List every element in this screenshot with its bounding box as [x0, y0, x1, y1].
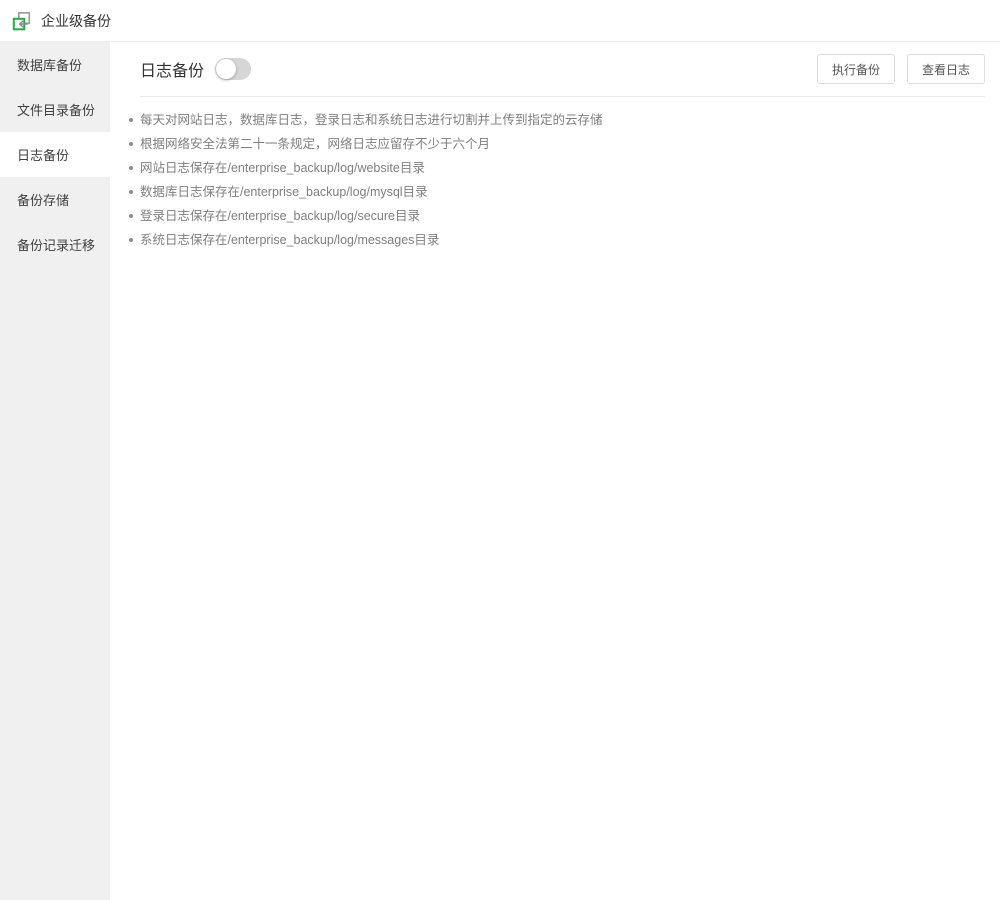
sidebar-item-log-backup[interactable]: 日志备份 — [0, 132, 110, 177]
sidebar-item-backup-record-migration[interactable]: 备份记录迁移 — [0, 222, 110, 267]
app-window: 企业级备份 数据库备份 文件目录备份 日志备份 备份存储 备份记录迁移 日志备份… — [0, 0, 1000, 900]
view-logs-button[interactable]: 查看日志 — [907, 54, 985, 84]
toggle-knob-icon — [216, 59, 236, 79]
note-item: 根据网络安全法第二十一条规定，网络日志应留存不少于六个月 — [128, 132, 985, 156]
note-item: 系统日志保存在/enterprise_backup/log/messages目录 — [128, 228, 985, 252]
main-content: 日志备份 执行备份 查看日志 每天对网站日志，数据库日志，登录日志和系统日志进行… — [110, 42, 1000, 900]
execute-backup-button[interactable]: 执行备份 — [817, 54, 895, 84]
sidebar-item-backup-storage[interactable]: 备份存储 — [0, 177, 110, 222]
sidebar-item-file-directory-backup[interactable]: 文件目录备份 — [0, 87, 110, 132]
sidebar-item-database-backup[interactable]: 数据库备份 — [0, 42, 110, 87]
app-header: 企业级备份 — [0, 0, 1000, 42]
log-backup-toggle[interactable] — [215, 58, 251, 80]
note-item: 数据库日志保存在/enterprise_backup/log/mysql目录 — [128, 180, 985, 204]
note-item: 网站日志保存在/enterprise_backup/log/website目录 — [128, 156, 985, 180]
app-title: 企业级备份 — [41, 11, 111, 31]
backup-app-icon — [12, 11, 32, 31]
sidebar: 数据库备份 文件目录备份 日志备份 备份存储 备份记录迁移 — [0, 42, 110, 900]
note-item: 登录日志保存在/enterprise_backup/log/secure目录 — [128, 204, 985, 228]
note-item: 每天对网站日志，数据库日志，登录日志和系统日志进行切割并上传到指定的云存储 — [128, 108, 985, 132]
content-header: 日志备份 执行备份 查看日志 — [140, 42, 985, 97]
section-title: 日志备份 — [140, 57, 204, 81]
notes-list: 每天对网站日志，数据库日志，登录日志和系统日志进行切割并上传到指定的云存储 根据… — [128, 108, 985, 252]
